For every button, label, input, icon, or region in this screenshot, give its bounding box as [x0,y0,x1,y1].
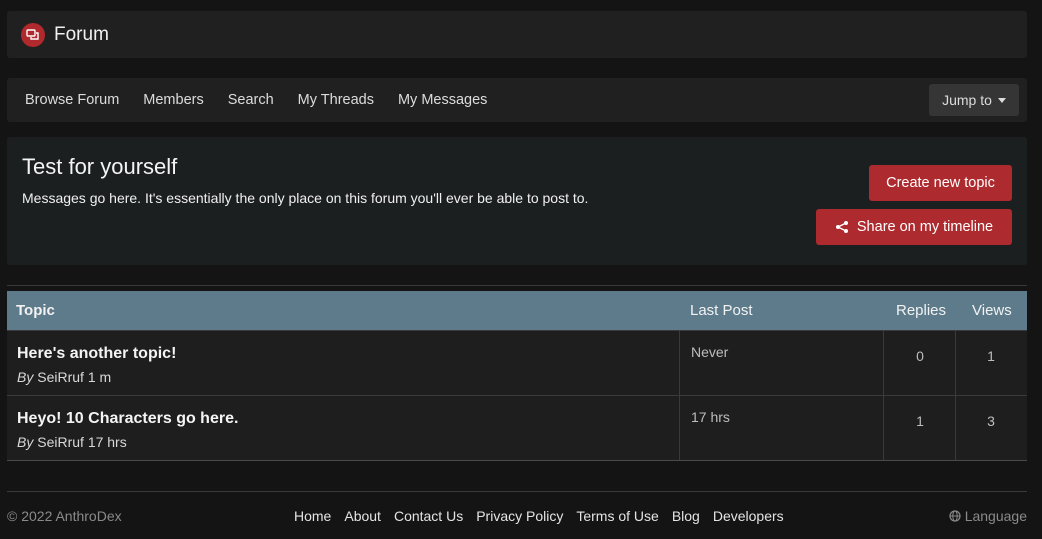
topic-age: 1 m [87,369,112,385]
share-icon [835,221,848,233]
create-topic-label: Create new topic [886,175,995,191]
nav-members[interactable]: Members [143,92,203,108]
topic-meta: By SeiRruf 17 hrs [17,434,127,450]
topic-author-link[interactable]: SeiRruf [37,369,84,385]
copyright-text: © 2022 AnthroDex [7,508,122,524]
jump-to-dropdown[interactable]: Jump to [929,84,1019,116]
nav-search[interactable]: Search [228,92,274,108]
table-row[interactable]: Here's another topic! By SeiRruf 1 m Nev… [7,330,1027,395]
header-last-post: Last Post [690,302,753,319]
header-views: Views [972,302,1012,319]
create-topic-button[interactable]: Create new topic [869,165,1012,201]
topics-table: Topic Last Post Replies Views Here's ano… [7,291,1027,461]
nav-my-messages[interactable]: My Messages [398,92,487,108]
nav-browse-forum[interactable]: Browse Forum [25,92,119,108]
views-count: 1 [987,348,995,364]
last-post-value: 17 hrs [691,409,730,425]
footer-link-home[interactable]: Home [294,508,331,524]
forum-description: Messages go here. It's essentially the o… [22,190,589,206]
language-label: Language [964,508,1027,524]
jump-to-label: Jump to [942,92,992,108]
topic-age: 17 hrs [87,434,127,450]
globe-icon [949,510,961,522]
footer-divider [7,491,1027,492]
views-count: 3 [987,413,995,429]
forum-intro-panel: Test for yourself Messages go here. It's… [7,137,1027,265]
chat-bubbles-icon [21,22,45,47]
footer-links: Home About Contact Us Privacy Policy Ter… [294,508,784,524]
share-timeline-label: Share on my timeline [856,219,994,235]
table-row[interactable]: Heyo! 10 Characters go here. By SeiRruf … [7,395,1027,460]
nav-my-threads[interactable]: My Threads [298,92,374,108]
share-timeline-button[interactable]: Share on my timeline [816,209,1012,245]
table-header: Topic Last Post Replies Views [7,291,1027,330]
page-footer: © 2022 AnthroDex Home About Contact Us P… [7,508,1027,528]
header-topic: Topic [16,302,55,319]
language-selector[interactable]: Language [949,508,1027,524]
caret-down-icon [997,97,1006,103]
footer-link-blog[interactable]: Blog [672,508,700,524]
footer-link-contact[interactable]: Contact Us [394,508,463,524]
topic-meta: By SeiRruf 1 m [17,369,111,385]
page-title[interactable]: Forum [54,24,109,46]
forum-nav: Browse Forum Members Search My Threads M… [7,78,1027,122]
section-divider [7,285,1027,286]
last-post-value: Never [691,344,729,360]
replies-count: 1 [916,413,924,429]
header-replies: Replies [896,302,947,319]
topic-title-link[interactable]: Here's another topic! [17,345,176,363]
replies-count: 0 [916,348,924,364]
footer-link-developers[interactable]: Developers [713,508,784,524]
forum-title: Test for yourself [22,154,178,179]
topic-title-link[interactable]: Heyo! 10 Characters go here. [17,410,238,428]
by-label: By [17,369,34,385]
topic-author-link[interactable]: SeiRruf [37,434,84,450]
forum-header: Forum [7,11,1027,58]
footer-link-terms[interactable]: Terms of Use [576,508,658,524]
by-label: By [17,434,34,450]
footer-link-about[interactable]: About [344,508,381,524]
footer-link-privacy[interactable]: Privacy Policy [476,508,563,524]
